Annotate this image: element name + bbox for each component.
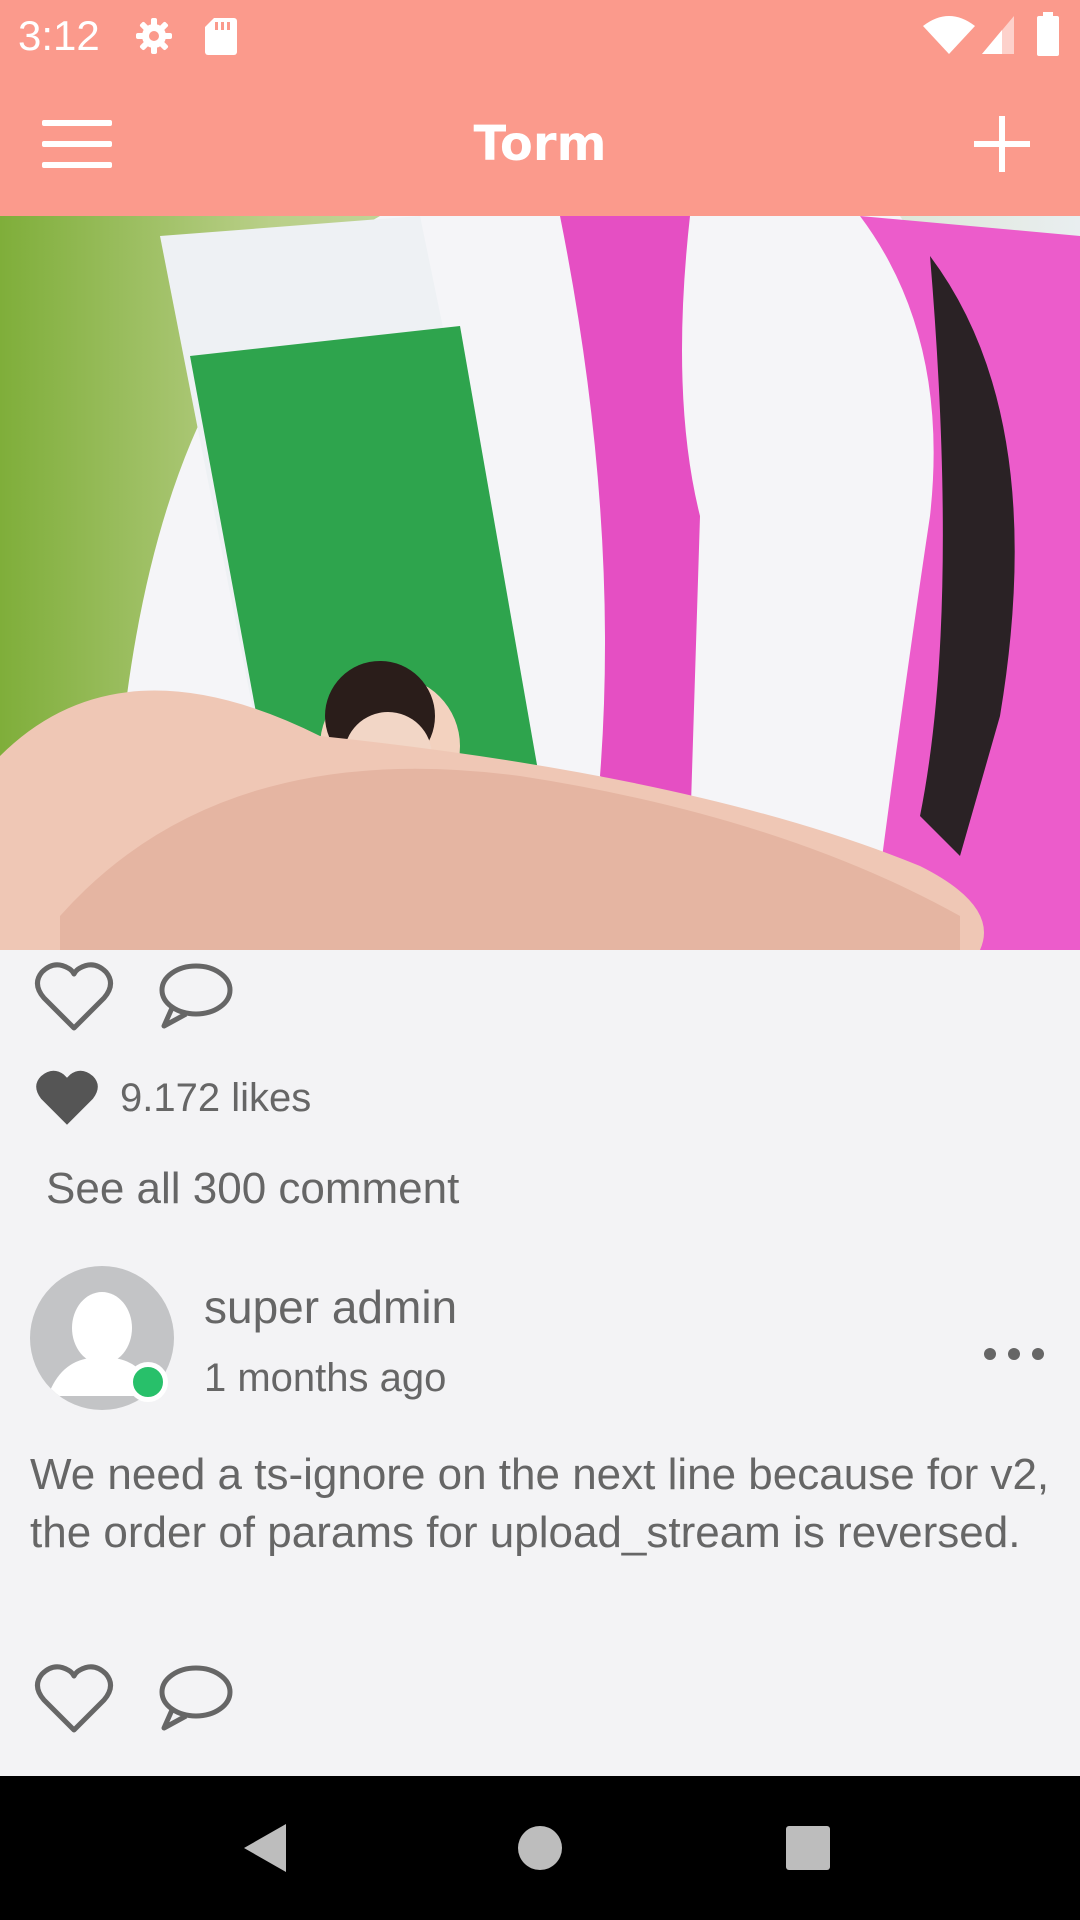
post-image[interactable]: [0, 216, 1080, 950]
comment-text: We need a ts-ignore on the next line bec…: [30, 1450, 1050, 1557]
post-photo: [0, 216, 1080, 950]
sd-card-icon: [205, 18, 237, 55]
back-icon[interactable]: [240, 1820, 292, 1876]
home-icon[interactable]: [516, 1820, 564, 1876]
online-status-indicator: [128, 1362, 168, 1402]
heart-filled-icon: [36, 1070, 98, 1125]
comment-icon[interactable]: [154, 960, 234, 1034]
status-bar: 3:12: [0, 0, 1080, 72]
comment-icon[interactable]: [154, 1662, 234, 1736]
heart-outline-icon[interactable]: [34, 1662, 114, 1736]
signal-icon: [982, 16, 1014, 54]
status-time: 3:12: [18, 12, 100, 59]
navigation-bar: [0, 1776, 1080, 1920]
recents-icon[interactable]: [784, 1820, 832, 1876]
more-options-button[interactable]: [980, 1346, 1048, 1362]
comment-author[interactable]: super admin: [204, 1280, 457, 1334]
comment-actions: [0, 1662, 1080, 1742]
app-bar: Torm: [0, 72, 1080, 216]
settings-icon: [136, 18, 172, 54]
post-actions: [0, 960, 1080, 1040]
app-title: Torm: [473, 116, 607, 172]
battery-icon: [1037, 12, 1059, 56]
add-button[interactable]: [974, 116, 1030, 172]
likes-count: 9.172 likes: [120, 1076, 312, 1120]
more-horizontal-icon: [984, 1348, 996, 1360]
comment-time: 1 months ago: [204, 1356, 447, 1400]
wifi-icon: [923, 16, 975, 54]
heart-outline-icon[interactable]: [34, 960, 114, 1034]
see-all-comments-link[interactable]: See all 300 comment: [46, 1164, 459, 1214]
